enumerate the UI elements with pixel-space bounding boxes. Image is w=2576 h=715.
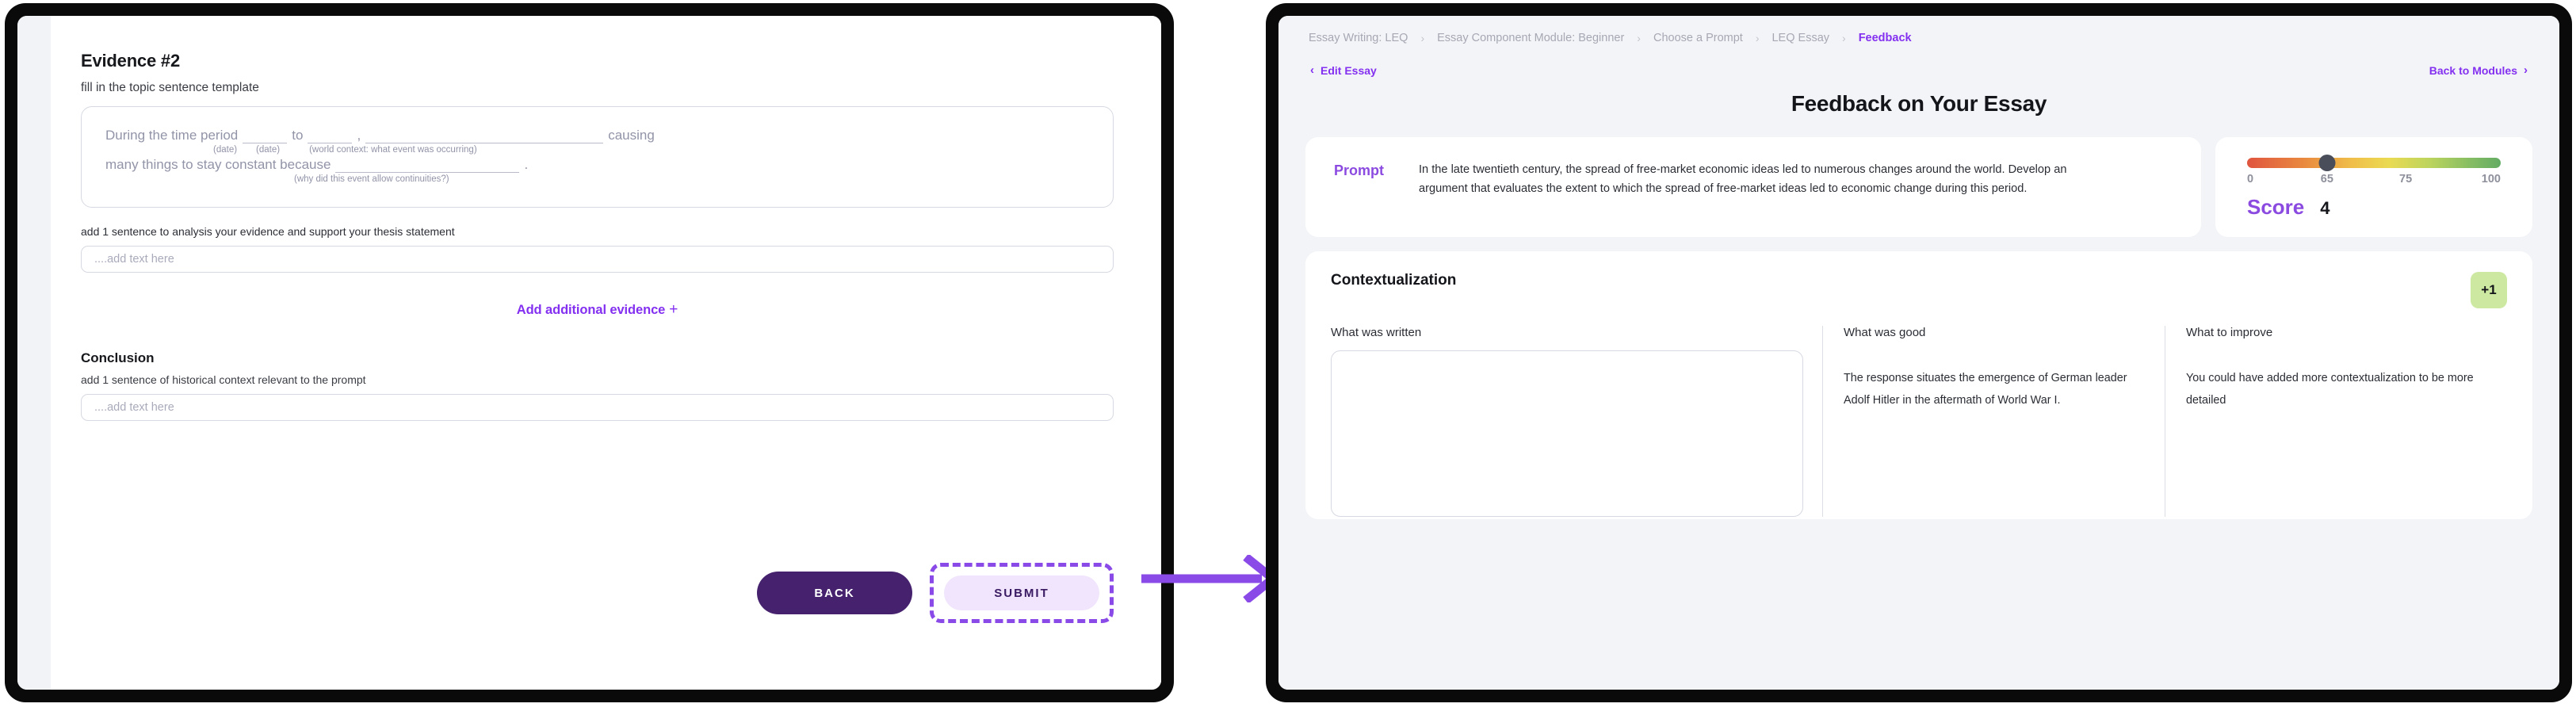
score-tick-75: 75: [2399, 173, 2413, 185]
column-what-was-written: What was written: [1331, 326, 1822, 517]
template-hints-row-2: (why did this event allow continuities?): [105, 174, 1089, 184]
contextualization-columns: What was written What was good The respo…: [1331, 326, 2507, 517]
template-text-causing: causing: [608, 128, 655, 143]
right-device-frame: Essay Writing: LEQ › Essay Component Mod…: [1266, 3, 2572, 702]
evidence-section-title: Evidence #2: [81, 51, 180, 71]
hint-date-2: (date): [256, 145, 281, 155]
breadcrumb-item-component-module[interactable]: Essay Component Module: Beginner: [1437, 32, 1624, 44]
edit-essay-link[interactable]: ‹ Edit Essay: [1310, 63, 1377, 77]
score-readout: Score 4: [2247, 195, 2501, 220]
flow-arrow-icon: [1141, 555, 1280, 602]
add-additional-evidence-button[interactable]: Add additional evidence +: [81, 301, 1114, 319]
submit-highlight-annotation: SUBMIT: [930, 563, 1114, 623]
left-device-frame: Evidence #2 fill in the topic sentence t…: [5, 3, 1174, 702]
chevron-right-icon: ›: [1842, 32, 1846, 44]
left-sidebar-rail: [17, 16, 51, 690]
breadcrumb: Essay Writing: LEQ › Essay Component Mod…: [1305, 16, 2532, 44]
score-meter: [2247, 155, 2501, 171]
back-to-modules-label: Back to Modules: [2429, 63, 2517, 77]
score-meter-marker: [2318, 155, 2336, 171]
breadcrumb-item-leq-essay[interactable]: LEQ Essay: [1771, 32, 1829, 44]
hint-date-1: (date): [213, 145, 238, 155]
back-button[interactable]: BACK: [757, 572, 912, 614]
topic-sentence-template-box[interactable]: During the time period to , causing (dat…: [81, 106, 1114, 208]
analysis-field-label: add 1 sentence to analysis your evidence…: [81, 225, 455, 238]
blank-why-continuities: [335, 159, 520, 173]
score-tick-0: 0: [2247, 173, 2254, 185]
chevron-right-icon: ›: [2524, 63, 2528, 77]
contextualization-section: Contextualization +1 What was written Wh…: [1305, 251, 2532, 519]
template-text-prefix: During the time period: [105, 128, 239, 143]
breadcrumb-item-choose-prompt[interactable]: Choose a Prompt: [1653, 32, 1743, 44]
score-tick-100: 100: [2481, 173, 2501, 185]
right-panel: Essay Writing: LEQ › Essay Component Mod…: [1278, 16, 2559, 690]
conclusion-input[interactable]: ....add text here: [81, 394, 1114, 421]
form-action-buttons: BACK SUBMIT: [757, 563, 1114, 623]
template-line-2: many things to stay constant because .: [105, 157, 1089, 173]
breadcrumb-item-essay-writing[interactable]: Essay Writing: LEQ: [1309, 32, 1408, 44]
breadcrumb-item-feedback[interactable]: Feedback: [1859, 32, 1912, 44]
template-text-line2-prefix: many things to stay constant because: [105, 157, 331, 172]
prompt-text: In the late twentieth century, the sprea…: [1419, 163, 2067, 195]
template-text-period: .: [524, 157, 529, 172]
template-hints-row-1: (date) (date) (world context: what event…: [105, 145, 1089, 155]
hint-why-continuities: (why did this event allow continuities?): [294, 174, 449, 184]
add-additional-evidence-label: Add additional evidence: [516, 303, 666, 317]
template-text-comma: ,: [357, 128, 361, 143]
what-was-good-label: What was good: [1844, 326, 1926, 339]
page-nav-row: ‹ Edit Essay Back to Modules ›: [1305, 44, 2532, 77]
page-title: Feedback on Your Essay: [1791, 91, 2047, 116]
edit-essay-label: Edit Essay: [1320, 63, 1377, 77]
score-label: Score: [2247, 195, 2305, 219]
prompt-card: Prompt In the late twentieth century, th…: [1305, 137, 2201, 237]
blank-date-2: [308, 130, 353, 143]
blank-world-context: [365, 130, 604, 143]
contextualization-header: Contextualization +1: [1331, 272, 2507, 308]
column-what-to-improve: What to improve You could have added mor…: [2165, 326, 2507, 517]
conclusion-section-title: Conclusion: [81, 350, 155, 365]
what-was-written-box: [1331, 350, 1803, 517]
evidence-section-subtitle: fill in the topic sentence template: [81, 81, 259, 94]
plus-icon: +: [669, 301, 678, 318]
what-was-written-label: What was written: [1331, 326, 1422, 339]
chevron-right-icon: ›: [1420, 32, 1425, 44]
chevron-right-icon: ›: [1637, 32, 1641, 44]
submit-button[interactable]: SUBMIT: [944, 575, 1099, 610]
template-text-to: to: [292, 128, 304, 143]
left-panel: Evidence #2 fill in the topic sentence t…: [17, 16, 1161, 690]
summary-cards-row: Prompt In the late twentieth century, th…: [1305, 137, 2532, 237]
score-card: 0 65 75 100 Score 4: [2215, 137, 2532, 237]
conclusion-section-subtitle: add 1 sentence of historical context rel…: [81, 373, 366, 386]
contextualization-title: Contextualization: [1331, 272, 1457, 289]
chevron-right-icon: ›: [1755, 32, 1760, 44]
prompt-label: Prompt: [1334, 162, 1384, 178]
contextualization-score-badge: +1: [2471, 272, 2507, 308]
score-meter-ticks: 0 65 75 100: [2247, 173, 2501, 189]
what-to-improve-label: What to improve: [2186, 326, 2273, 339]
back-to-modules-link[interactable]: Back to Modules ›: [2429, 63, 2528, 77]
hint-world-context: (world context: what event was occurring…: [309, 145, 477, 155]
chevron-left-icon: ‹: [1310, 63, 1314, 77]
blank-date-1: [243, 130, 288, 143]
score-tick-65: 65: [2320, 173, 2333, 185]
column-what-was-good: What was good The response situates the …: [1822, 326, 2165, 517]
what-to-improve-text: You could have added more contextualizat…: [2186, 372, 2474, 407]
analysis-input[interactable]: ....add text here: [81, 246, 1114, 273]
template-line-1: During the time period to , causing: [105, 128, 1089, 143]
score-value: 4: [2320, 198, 2330, 218]
screenshot-stage: Evidence #2 fill in the topic sentence t…: [0, 0, 2576, 715]
essay-editor-content: Evidence #2 fill in the topic sentence t…: [51, 16, 1161, 690]
what-was-good-text: The response situates the emergence of G…: [1844, 372, 2127, 407]
